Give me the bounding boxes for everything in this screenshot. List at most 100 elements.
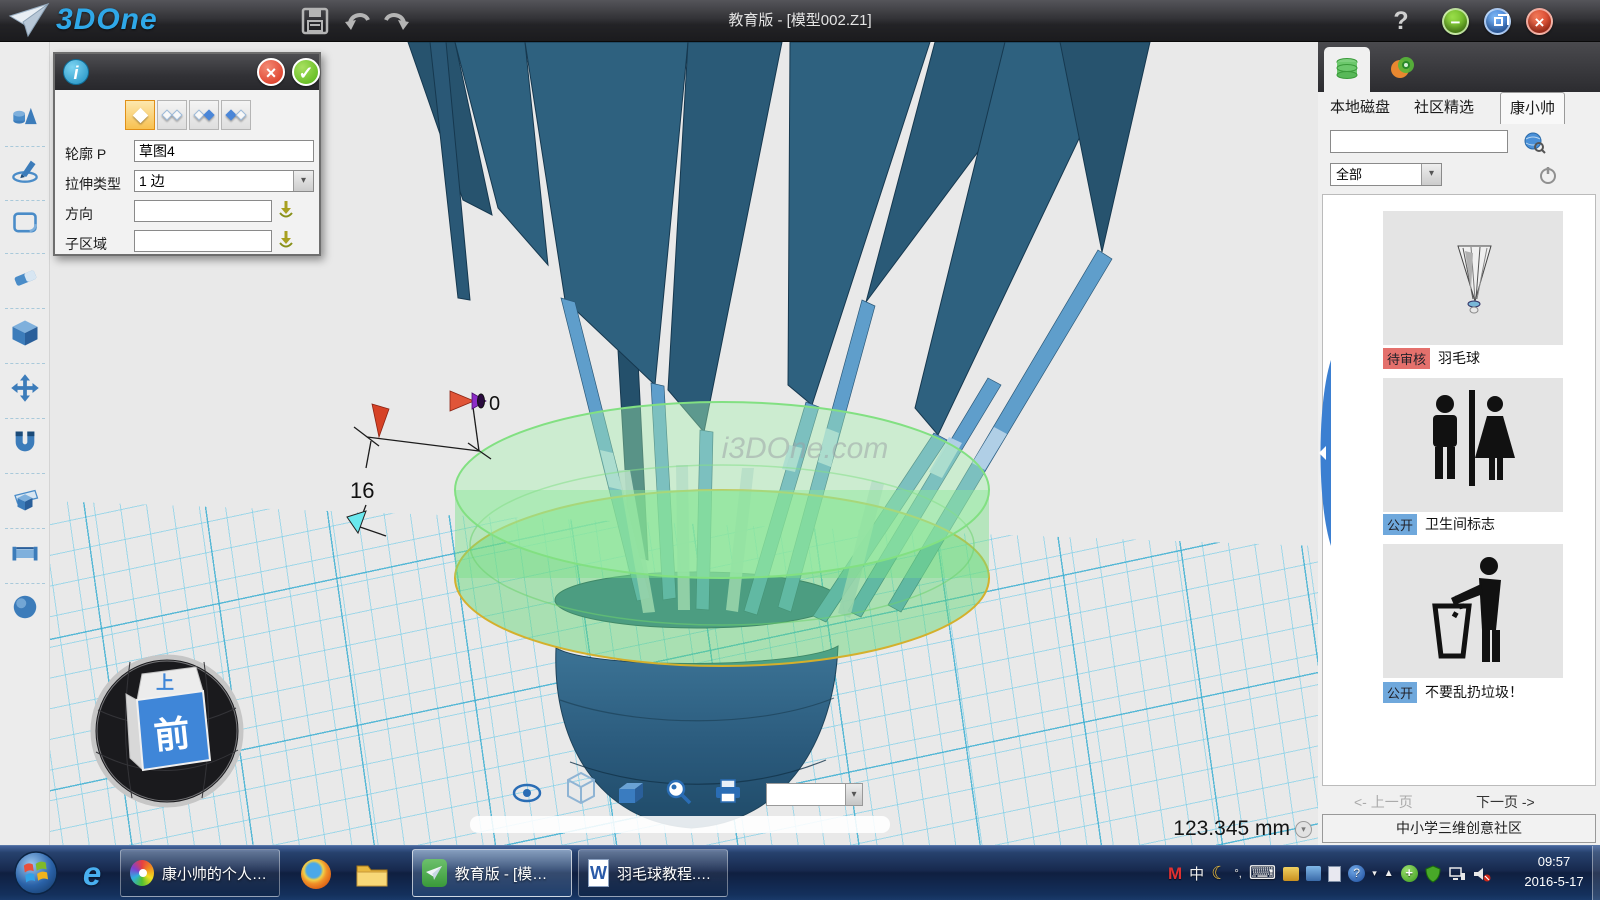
tool-move[interactable] xyxy=(8,369,42,407)
dimension-value: 16 xyxy=(350,478,374,503)
tool-measure[interactable] xyxy=(8,534,42,572)
taskbar-clock[interactable]: 09:57 2016-5-17 xyxy=(1516,852,1592,892)
prev-page-button[interactable]: <- 上一页 xyxy=(1354,792,1413,812)
community-tab[interactable] xyxy=(1382,50,1422,86)
wireframe-cube-icon[interactable] xyxy=(568,773,594,803)
sidebar-collapse-handle[interactable] xyxy=(1312,358,1332,548)
mode-add-button[interactable] xyxy=(157,100,187,130)
taskbar-window-3done[interactable]: 教育版 - [模型00... xyxy=(412,849,572,897)
subregion-pick-icon[interactable] xyxy=(277,230,295,250)
app-logo: 3DOne xyxy=(8,2,158,38)
visibility-eye-icon[interactable] xyxy=(514,785,540,801)
view-cube[interactable]: 上 前 xyxy=(93,657,241,805)
model-label[interactable]: 不要乱扔垃圾！ xyxy=(1425,682,1523,702)
library-tab[interactable] xyxy=(1324,47,1370,92)
undo-icon[interactable] xyxy=(343,6,373,36)
dialog-cancel-button[interactable]: × xyxy=(257,58,285,86)
explorer-taskbar-icon[interactable] xyxy=(352,854,392,894)
model-thumbnail-shuttlecock[interactable] xyxy=(1383,211,1563,345)
offset-cone-red xyxy=(450,391,474,411)
taskbar-window-word[interactable]: W 羽毛球教程.docx ... xyxy=(578,849,728,897)
resource-sidebar: 本地磁盘 社区精选 康小帅 全部▾ xyxy=(1318,42,1600,845)
model-label[interactable]: 羽毛球 xyxy=(1438,348,1480,368)
help-button[interactable]: ? xyxy=(1388,4,1414,38)
next-page-button[interactable]: 下一页 -> xyxy=(1476,792,1535,812)
redo-icon[interactable] xyxy=(381,6,411,36)
toolbar-separator xyxy=(5,473,45,474)
clock-time: 09:57 xyxy=(1516,852,1592,872)
tray-volume-muted-icon[interactable] xyxy=(1473,866,1491,882)
tool-material-render[interactable] xyxy=(8,588,42,626)
tray-mathtype-icon[interactable]: M xyxy=(1168,864,1182,884)
taskbar-window-label: 教育版 - [模型00... xyxy=(455,863,562,884)
chevron-down-icon[interactable]: ▾ xyxy=(1421,164,1441,185)
mode-intersect-button[interactable] xyxy=(221,100,251,130)
minimize-button[interactable]: − xyxy=(1442,8,1469,35)
search-icon[interactable] xyxy=(1522,130,1546,154)
tray-network-icon[interactable] xyxy=(1448,866,1466,882)
pinwheel-icon xyxy=(130,860,154,886)
tray-show-hidden-icon[interactable]: ▲ xyxy=(1384,868,1394,879)
view-scale-dropdown[interactable] xyxy=(766,783,846,806)
model-thumbnail-litter[interactable] xyxy=(1383,544,1563,678)
extrude-type-select[interactable]: 1 边▾ xyxy=(134,170,314,192)
tab-community-featured[interactable]: 社区精选 xyxy=(1414,96,1474,117)
sidebar-top-strip xyxy=(1318,42,1600,92)
firefox-taskbar-icon[interactable] xyxy=(296,854,336,894)
tray-moon-icon[interactable]: ☾ xyxy=(1211,863,1227,884)
diamond-icon xyxy=(203,109,214,120)
mode-subtract-button[interactable] xyxy=(189,100,219,130)
tool-sketch-draw[interactable] xyxy=(8,151,42,189)
tab-user[interactable]: 康小帅 xyxy=(1500,92,1565,124)
watermark: i3DOne.com xyxy=(722,432,889,465)
community-link-button[interactable]: 中小学三维创意社区 xyxy=(1322,814,1596,843)
tray-help-icon[interactable]: ? xyxy=(1348,865,1365,882)
dialog-confirm-button[interactable]: ✓ xyxy=(292,58,320,86)
start-button[interactable] xyxy=(12,849,60,897)
tray-palette-icon[interactable] xyxy=(1283,867,1299,881)
save-icon[interactable] xyxy=(300,6,330,36)
tool-combine[interactable] xyxy=(8,479,42,517)
measurement-expand-icon[interactable]: ▾ xyxy=(1295,821,1312,838)
tool-magnet-constraint[interactable] xyxy=(8,423,42,461)
info-icon: i xyxy=(63,59,89,85)
tray-shield-icon[interactable] xyxy=(1425,865,1441,883)
mode-base-button[interactable] xyxy=(125,100,155,130)
restore-button[interactable] xyxy=(1484,8,1511,35)
direction-pick-icon[interactable] xyxy=(277,200,295,220)
tray-360-icon[interactable]: + xyxy=(1401,865,1418,882)
profile-input[interactable] xyxy=(134,140,314,162)
dialog-header[interactable]: i × ✓ xyxy=(55,54,319,90)
close-button[interactable]: × xyxy=(1526,8,1553,35)
tool-eraser[interactable] xyxy=(8,258,42,296)
taskbar-window-personal-space[interactable]: 康小帅的个人创... xyxy=(120,849,280,897)
toolbar-separator xyxy=(5,583,45,584)
tray-ime-icon[interactable]: 中 xyxy=(1189,863,1204,884)
measurement-readout: 123.345 mm xyxy=(1150,817,1290,841)
filter-select[interactable]: 全部▾ xyxy=(1330,163,1442,186)
model-label[interactable]: 卫生间标志 xyxy=(1425,514,1495,534)
chevron-down-icon[interactable]: ▾ xyxy=(293,171,313,191)
tray-overflow-icon[interactable]: ▾ xyxy=(1372,868,1377,879)
tool-sidebar xyxy=(0,42,50,845)
tool-sketch-plane[interactable] xyxy=(8,204,42,242)
search-input[interactable] xyxy=(1330,130,1508,153)
direction-input[interactable] xyxy=(134,200,272,222)
3done-app-window: i3DOne.com 0 16 xyxy=(0,0,1600,900)
tray-keyboard-icon[interactable]: ⌨ xyxy=(1249,862,1276,885)
model-thumbnail-restroom[interactable] xyxy=(1383,378,1563,512)
ie-taskbar-icon[interactable]: e xyxy=(72,854,112,894)
show-desktop-button[interactable] xyxy=(1592,846,1600,900)
toolbar-separator xyxy=(5,418,45,419)
view-scale-dropdown-arrow[interactable]: ▾ xyxy=(845,783,863,806)
extrude-type-label: 拉伸类型 xyxy=(65,174,121,194)
tool-primitives[interactable] xyxy=(8,97,42,135)
tab-local-disk[interactable]: 本地磁盘 xyxy=(1330,96,1390,117)
subregion-input[interactable] xyxy=(134,230,272,252)
tool-special-features[interactable] xyxy=(8,314,42,352)
tray-degree-icon[interactable]: °, xyxy=(1234,868,1241,880)
refresh-power-icon[interactable] xyxy=(1538,165,1558,185)
toolbar-separator xyxy=(5,200,45,201)
tray-document-icon[interactable] xyxy=(1328,866,1341,882)
tray-docsearch-icon[interactable] xyxy=(1306,866,1321,881)
